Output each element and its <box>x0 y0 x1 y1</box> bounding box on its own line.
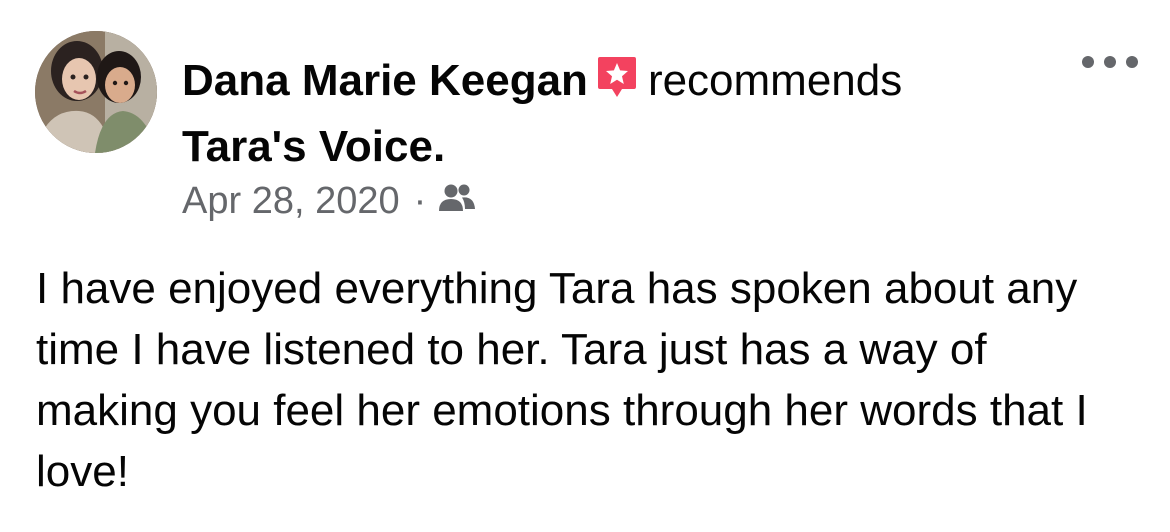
avatar[interactable] <box>35 31 157 153</box>
avatar-photo-icon <box>35 31 157 153</box>
author-name[interactable]: Dana Marie Keegan <box>182 56 588 105</box>
more-options-button[interactable] <box>1082 50 1138 74</box>
post-header: Dana Marie Keegan recommends Tara's Voic… <box>182 50 1062 178</box>
more-options-icon-dot <box>1104 56 1116 68</box>
post-date[interactable]: Apr 28, 2020 <box>182 180 400 223</box>
page-name-link[interactable]: Tara's Voice <box>182 122 433 171</box>
more-options-icon-dot <box>1126 56 1138 68</box>
recommend-star-icon <box>596 54 638 116</box>
meta-separator: · <box>413 180 427 222</box>
post-meta: Apr 28, 2020 · <box>182 180 476 223</box>
post-page-line: Tara's Voice. <box>182 116 1062 178</box>
page-name-period: . <box>432 122 446 171</box>
post-body-text: I have enjoyed everything Tara has spoke… <box>36 264 1088 496</box>
recommendation-post: Dana Marie Keegan recommends Tara's Voic… <box>0 0 1170 532</box>
more-options-icon <box>1082 56 1094 68</box>
friends-icon <box>438 180 476 223</box>
post-title-line: Dana Marie Keegan recommends <box>182 50 1062 116</box>
recommends-text: recommends <box>647 56 903 105</box>
